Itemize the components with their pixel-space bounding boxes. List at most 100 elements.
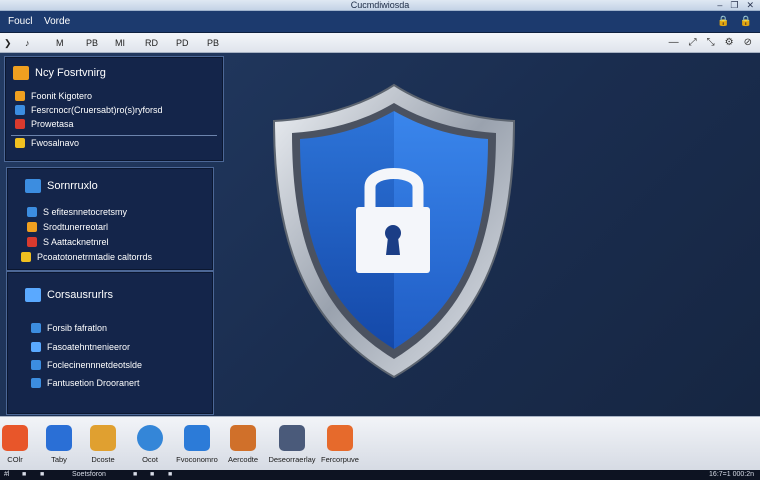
dock-item[interactable]: Deseorraerlay <box>265 425 319 464</box>
title-bar: Cucmdiwiosda – ❐ ✕ <box>0 0 760 11</box>
list-item[interactable]: S Aattacknetnrel <box>7 234 213 249</box>
list-item-label: Fantusetion Drooranert <box>47 378 140 388</box>
list-item[interactable]: S efitesnnetocretsmy <box>7 204 213 219</box>
dock-item-label: Aercodte <box>227 455 259 464</box>
expand-icon[interactable]: ⤢ <box>689 33 697 53</box>
taskbar-icon[interactable]: ■ <box>133 470 137 480</box>
list-item[interactable]: Pcoatotonetrmtadie caltorrds <box>7 249 213 265</box>
list-item-label: Prowetasa <box>31 119 74 129</box>
item-icon <box>27 221 37 232</box>
dock-item[interactable]: Fercorpuve <box>313 425 367 464</box>
list-item[interactable]: Fwosalnavo <box>5 136 223 150</box>
dash-icon[interactable]: — <box>669 33 679 53</box>
list-item-label: Fesrcnocr(Cruersabt)ro(s)ryforsd <box>31 105 163 115</box>
toolbar-item[interactable]: ♪ <box>25 33 30 53</box>
panel-top: Ncy Fosrtvnirg Foonit Kigotero Fesrcnocr… <box>4 56 224 162</box>
taskbar-icon[interactable]: ■ <box>150 470 154 480</box>
app-icon <box>327 425 353 451</box>
toolbar-item[interactable]: PB <box>86 33 98 53</box>
toolbar-item[interactable]: M <box>56 33 64 53</box>
item-icon <box>15 105 25 115</box>
item-icon <box>31 342 41 352</box>
toolbar-right-icons: — ⤢ ⤡ ⚙ ⊘ <box>669 33 752 53</box>
list-item[interactable]: Forsib fafratlon <box>7 318 213 338</box>
item-icon <box>31 378 41 388</box>
list-item-label: Foclecinennnetdeotslde <box>47 360 143 370</box>
menubar-right-icons: 🔒 🔒 <box>717 11 752 33</box>
item-icon <box>21 252 31 262</box>
panel-bottom-header: Corsausrurlrs <box>7 272 213 318</box>
taskbar-app[interactable]: Soetsforon <box>72 470 106 480</box>
panel-middle: Sornrruxlo S efitesnnetocretsmy Srodtune… <box>6 167 214 271</box>
dock-item-label: Fercorpuve <box>321 455 359 464</box>
list-item[interactable]: Prowetasa <box>5 117 223 131</box>
main-area: Ncy Fosrtvnirg Foonit Kigotero Fesrcnocr… <box>0 53 760 416</box>
app-icon <box>230 425 256 451</box>
app-icon <box>137 425 163 451</box>
list-item[interactable]: Fesrcnocr(Cruersabt)ro(s)ryforsd <box>5 103 223 117</box>
panel-bottom-title: Corsausrurlrs <box>47 289 114 301</box>
dock-item[interactable]: Aercodte <box>216 425 270 464</box>
list-item-label: Pcoatotonetrmtadie caltorrds <box>37 252 153 262</box>
gear-icon[interactable]: ⚙ <box>725 33 734 53</box>
list-item[interactable]: Fasoatehntnenieeror <box>7 338 213 356</box>
taskbar-icon[interactable]: ■ <box>22 470 26 480</box>
taskbar-icon[interactable]: ■ <box>40 470 44 480</box>
block-icon[interactable]: ⊘ <box>744 33 752 53</box>
toolbar-item[interactable]: PD <box>176 33 189 53</box>
app-icon <box>90 425 116 451</box>
list-item-label: S efitesnnetocretsmy <box>43 206 128 217</box>
dock-item-label: Dcoste <box>91 455 115 464</box>
toolbar-item[interactable]: PB <box>207 33 219 53</box>
panel-bottom: Corsausrurlrs Forsib fafratlon Fasoatehn… <box>6 271 214 415</box>
item-icon <box>15 119 25 129</box>
list-item-label: Forsib fafratlon <box>47 323 108 333</box>
list-item[interactable]: Srodtunerreotarl <box>7 219 213 234</box>
taskbar: #l ■ ■ Soetsforon ■ ■ ■ 16:7=1 000:2n <box>0 470 760 480</box>
item-icon <box>27 236 37 247</box>
toolbar-item[interactable]: RD <box>145 33 158 53</box>
app-icon <box>184 425 210 451</box>
panel-top-title: Ncy Fosrtvnirg <box>35 67 106 79</box>
list-item-label: Foonit Kigotero <box>31 91 93 101</box>
folder-icon <box>13 66 29 80</box>
calendar-icon <box>25 288 41 302</box>
list-item[interactable]: Fantusetion Drooranert <box>7 374 213 392</box>
lock-icon[interactable]: 🔒 <box>717 11 729 33</box>
panel-top-header: Ncy Fosrtvnirg <box>5 57 223 89</box>
item-icon <box>27 206 37 217</box>
taskbar-clock: 16:7=1 000:2n <box>709 471 754 478</box>
dock-item-label: Deseorraerlay <box>268 455 316 464</box>
toolbar: ❯ ♪ M PB MI RD PD PB — ⤢ ⤡ ⚙ ⊘ <box>0 33 760 53</box>
dock-item-label: Ocot <box>142 455 158 464</box>
minimize-button[interactable]: – <box>717 0 722 11</box>
window-title: Cucmdiwiosda <box>350 0 410 10</box>
app-icon <box>279 425 305 451</box>
maximize-button[interactable]: ❐ <box>730 0 738 11</box>
dock-item[interactable]: Ocot <box>123 425 177 464</box>
item-icon <box>15 138 25 148</box>
item-icon <box>31 360 41 370</box>
collapse-icon[interactable]: ⤡ <box>707 33 715 53</box>
close-button[interactable]: ✕ <box>746 0 754 11</box>
app-icon <box>46 425 72 451</box>
item-icon <box>15 91 25 101</box>
dock-item[interactable]: Dcoste <box>76 425 130 464</box>
menu-item-view[interactable]: Vorde <box>44 11 70 33</box>
application-dock: COlr Taby Dcoste Ocot Fvoconomro Aercodt… <box>0 416 760 470</box>
list-item-label: Fasoatehntnenieeror <box>47 342 131 352</box>
monitor-icon <box>25 179 41 193</box>
list-item-label: Srodtunerreotarl <box>43 221 109 232</box>
panel-middle-title: Sornrruxlo <box>47 180 98 192</box>
list-item[interactable]: Foonit Kigotero <box>5 89 223 103</box>
list-item[interactable]: Foclecinennnetdeotslde <box>7 356 213 374</box>
toolbar-item[interactable]: ❯ <box>4 33 12 53</box>
toolbar-item[interactable]: MI <box>115 33 125 53</box>
menu-item-file[interactable]: Foucl <box>8 11 32 33</box>
shield-lock-icon <box>272 83 516 379</box>
start-button[interactable]: #l <box>4 470 9 480</box>
panel-middle-header: Sornrruxlo <box>7 168 213 204</box>
app-icon <box>2 425 28 451</box>
lock-icon[interactable]: 🔒 <box>740 11 752 33</box>
taskbar-icon[interactable]: ■ <box>168 470 172 480</box>
